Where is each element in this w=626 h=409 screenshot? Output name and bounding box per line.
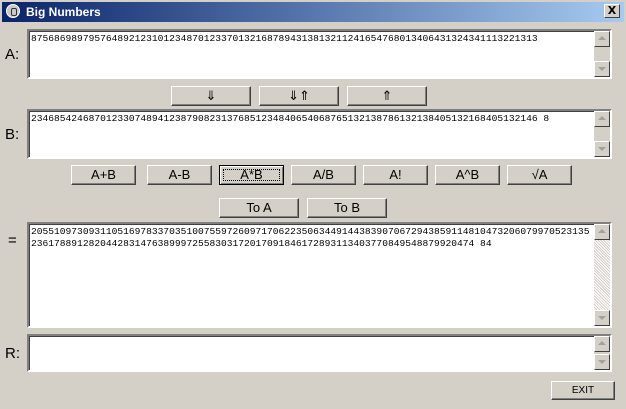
label-b: B: [5, 126, 20, 143]
copy-a-to-b-button[interactable]: ⇓ [171, 86, 251, 106]
close-button[interactable]: X [604, 4, 620, 18]
scroll-down-button[interactable] [594, 141, 610, 157]
copy-b-to-a-button[interactable]: ⇑ [347, 86, 427, 106]
divide-button[interactable]: A/B [291, 165, 356, 185]
b-scrollbar[interactable] [594, 111, 610, 157]
remainder-output[interactable] [27, 334, 612, 372]
to-b-button[interactable]: To B [307, 198, 387, 218]
big-numbers-window: Big Numbers X A: 87568698979576489212310… [0, 0, 626, 409]
scroll-down-button[interactable] [594, 61, 610, 77]
app-icon [6, 4, 20, 18]
down-arrow-icon [598, 67, 606, 71]
result-output[interactable]: 2055109730931105169783370351007559726097… [27, 222, 612, 328]
label-r: R: [5, 345, 20, 362]
down-arrow-icon [598, 316, 606, 320]
window-title: Big Numbers [26, 5, 101, 19]
multiply-button[interactable]: A*B [219, 165, 284, 185]
exit-button[interactable]: EXIT [551, 381, 615, 400]
a-scrollbar[interactable] [594, 31, 610, 77]
result-scrollbar[interactable] [594, 224, 610, 326]
title-bar[interactable]: Big Numbers X [2, 2, 624, 22]
scroll-up-button[interactable] [594, 224, 610, 240]
up-arrow-icon [598, 36, 606, 40]
down-arrow-icon [598, 360, 606, 364]
subtract-button[interactable]: A-B [147, 165, 212, 185]
result-value: 2055109730931105169783370351007559726097… [31, 226, 590, 249]
power-button[interactable]: A^B [435, 165, 500, 185]
sqrt-button[interactable]: √A [507, 165, 572, 185]
b-value: 2346854246870123307489412387908231376851… [31, 113, 550, 124]
scroll-up-button[interactable] [594, 336, 610, 352]
to-a-button[interactable]: To A [219, 198, 299, 218]
up-arrow-icon [598, 116, 606, 120]
up-arrow-icon [598, 229, 606, 233]
scroll-down-button[interactable] [594, 310, 610, 326]
label-a: A: [5, 46, 20, 63]
b-input[interactable]: 2346854246870123307489412387908231376851… [27, 109, 612, 159]
swap-a-b-button[interactable]: ⇓⇑ [259, 86, 339, 106]
add-button[interactable]: A+B [71, 165, 136, 185]
factorial-button[interactable]: A! [363, 165, 428, 185]
down-arrow-icon [598, 147, 606, 151]
focus-ring [223, 169, 280, 181]
scroll-up-button[interactable] [594, 31, 610, 47]
scroll-down-button[interactable] [594, 354, 610, 370]
scroll-up-button[interactable] [594, 111, 610, 127]
up-arrow-icon [598, 341, 606, 345]
a-input[interactable]: 8756869897957648921231012348701233701321… [27, 29, 612, 79]
a-value: 8756869897957648921231012348701233701321… [31, 33, 538, 44]
r-scrollbar[interactable] [594, 336, 610, 370]
label-result: = [8, 232, 17, 249]
